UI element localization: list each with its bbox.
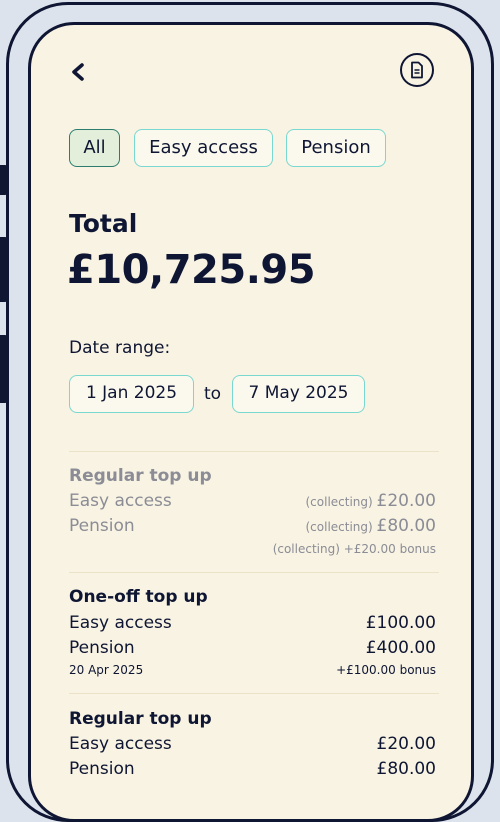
transaction-account-pension: Pension [69,516,135,536]
filter-chip-easy-access[interactable]: Easy access [134,129,273,167]
transaction-amount-pension: (collecting) £80.00 [305,516,436,536]
transaction-bonus: +£100.00 bonus [336,663,436,677]
total-label: Total [69,209,138,238]
divider [69,693,439,694]
collecting-tag: (collecting) [305,495,377,509]
date-range-label: Date range: [69,338,171,358]
transaction-date: 20 Apr 2025 [69,663,144,677]
divider [69,572,439,573]
transaction-account-easy-access: Easy access [69,491,172,511]
transaction-bonus: (collecting) +£20.00 bonus [272,542,436,556]
date-from-field[interactable]: 1 Jan 2025 [69,375,194,413]
amount-value: £20.00 [376,491,436,511]
transaction-title: Regular top up [69,709,212,729]
transaction-account-easy-access: Easy access [69,613,172,633]
total-value: £10,725.95 [67,247,316,293]
statement-button[interactable] [400,53,434,87]
amount-value: £80.00 [376,516,436,536]
transaction-amount-easy-access: £100.00 [365,613,436,633]
app-screen: All Easy access Pension Total £10,725.95… [28,22,474,822]
transaction-title: Regular top up [69,466,212,486]
transaction-account-easy-access: Easy access [69,734,172,754]
document-icon [411,61,423,79]
filter-chip-pension[interactable]: Pension [286,129,386,167]
filter-chip-all[interactable]: All [69,129,120,167]
divider [69,451,439,452]
collecting-tag: (collecting) [305,520,377,534]
transaction-title: One-off top up [69,587,208,607]
transaction-account-pension: Pension [69,638,135,658]
date-to-field[interactable]: 7 May 2025 [232,375,365,413]
transaction-account-pension: Pension [69,759,135,779]
date-range-to-label: to [204,384,222,404]
chevron-left-icon [72,63,84,81]
transaction-amount-easy-access: (collecting) £20.00 [305,491,436,511]
transaction-amount-pension: £400.00 [365,638,436,658]
back-button[interactable] [67,57,91,87]
transaction-amount-pension: £80.00 [376,759,436,779]
transaction-amount-easy-access: £20.00 [376,734,436,754]
